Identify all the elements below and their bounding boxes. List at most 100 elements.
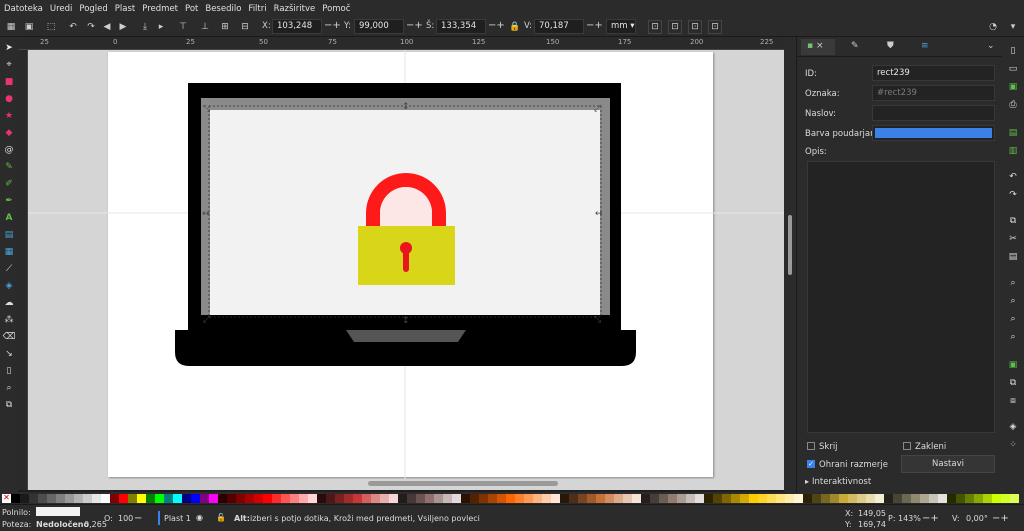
- palette-swatch[interactable]: [650, 494, 659, 503]
- palette-swatch[interactable]: [227, 494, 236, 503]
- palette-swatch[interactable]: [317, 494, 326, 503]
- redo-icon[interactable]: ↷: [1007, 189, 1019, 201]
- palette-swatch[interactable]: [794, 494, 803, 503]
- palette-swatch[interactable]: [668, 494, 677, 503]
- canvas[interactable]: ⤡ ↕ ⤢ ↔ ↔ ⤢ ↕ ⤡: [28, 50, 784, 490]
- menu-8[interactable]: Razširitve: [274, 4, 316, 14]
- layer-lock-icon[interactable]: 🔓: [216, 513, 226, 522]
- zoom-value[interactable]: 143%: [898, 514, 921, 523]
- palette-swatch[interactable]: [200, 494, 209, 503]
- palette-swatch[interactable]: [551, 494, 560, 503]
- palette-swatch[interactable]: [398, 494, 407, 503]
- fill-swatch[interactable]: [36, 507, 80, 516]
- opacity-stepper[interactable]: −: [134, 513, 142, 524]
- menu-1[interactable]: Uredi: [50, 4, 73, 14]
- palette-swatch[interactable]: [389, 494, 398, 503]
- palette-swatch[interactable]: [182, 494, 191, 503]
- zoom-selection-icon[interactable]: ⌕: [1007, 277, 1019, 289]
- palette-swatch[interactable]: [344, 494, 353, 503]
- paste-icon[interactable]: ▤: [1007, 251, 1019, 263]
- snap-icon[interactable]: ◔: [986, 20, 1000, 34]
- palette-swatch[interactable]: [290, 494, 299, 503]
- palette-swatch[interactable]: [578, 494, 587, 503]
- palette-swatch[interactable]: [470, 494, 479, 503]
- interactivity-expander-icon[interactable]: ▸: [805, 477, 809, 486]
- palette-swatch[interactable]: [632, 494, 641, 503]
- unlink-clone-icon[interactable]: ⧈: [1007, 395, 1019, 407]
- x-input[interactable]: 103,248: [272, 19, 322, 34]
- select-all-layers-icon[interactable]: ▣: [22, 20, 36, 34]
- palette-swatch[interactable]: [452, 494, 461, 503]
- palette-swatch[interactable]: [749, 494, 758, 503]
- calligraphy-tool-icon[interactable]: ✒: [3, 195, 15, 207]
- palette-swatch[interactable]: [74, 494, 83, 503]
- layer-name[interactable]: Plast 1: [164, 514, 191, 523]
- palette-swatch[interactable]: [965, 494, 974, 503]
- interactivity-label[interactable]: Interaktivnost: [812, 477, 871, 487]
- color-palette[interactable]: ✕: [0, 492, 1024, 504]
- palette-swatch[interactable]: [821, 494, 830, 503]
- selector-tool-icon[interactable]: ➤: [3, 42, 15, 54]
- palette-swatch[interactable]: [362, 494, 371, 503]
- tab-fill-stroke-icon[interactable]: ✎: [851, 41, 859, 51]
- tab-layers-icon[interactable]: ≡: [921, 41, 929, 51]
- paint-bucket-tool-icon[interactable]: ◈: [3, 280, 15, 292]
- cut-icon[interactable]: ✂: [1007, 233, 1019, 245]
- palette-swatch[interactable]: [407, 494, 416, 503]
- palette-swatch[interactable]: [245, 494, 254, 503]
- palette-swatch[interactable]: [434, 494, 443, 503]
- import-icon[interactable]: ▤: [1007, 127, 1019, 139]
- open-file-icon[interactable]: ▭: [1007, 63, 1019, 75]
- palette-swatch[interactable]: [938, 494, 947, 503]
- ellipse-tool-icon[interactable]: ●: [3, 93, 15, 105]
- set-button[interactable]: Nastavi: [901, 455, 995, 473]
- palette-swatch[interactable]: [128, 494, 137, 503]
- save-icon[interactable]: ▣: [1007, 81, 1019, 93]
- palette-swatch[interactable]: [884, 494, 893, 503]
- rotation-value[interactable]: 0,00°: [966, 514, 988, 523]
- palette-swatch[interactable]: [803, 494, 812, 503]
- palette-swatch[interactable]: [56, 494, 65, 503]
- palette-swatch[interactable]: [839, 494, 848, 503]
- tab-object-properties[interactable]: ▪ ×: [801, 39, 835, 55]
- palette-swatch[interactable]: [380, 494, 389, 503]
- palette-swatch[interactable]: [299, 494, 308, 503]
- palette-swatch[interactable]: [92, 494, 101, 503]
- ungroup-icon[interactable]: ⁘: [1007, 439, 1019, 451]
- palette-swatch[interactable]: [353, 494, 362, 503]
- opacity-value[interactable]: 100: [118, 514, 133, 523]
- tab-export-icon[interactable]: ⛊: [887, 41, 894, 51]
- rectangle-tool-icon[interactable]: ■: [3, 76, 15, 88]
- horizontal-scrollbar[interactable]: [28, 479, 784, 490]
- zoom-tool-icon[interactable]: ⌕: [3, 382, 15, 394]
- palette-swatch[interactable]: [11, 494, 20, 503]
- palette-swatch[interactable]: [515, 494, 524, 503]
- width-input[interactable]: 133,354: [436, 19, 486, 34]
- palette-swatch[interactable]: [857, 494, 866, 503]
- y-input[interactable]: 99,000: [354, 19, 404, 34]
- palette-swatch[interactable]: [866, 494, 875, 503]
- pages-tool-icon[interactable]: ▯: [3, 365, 15, 377]
- palette-swatch[interactable]: [920, 494, 929, 503]
- palette-swatch[interactable]: [479, 494, 488, 503]
- horizontal-scroll-thumb[interactable]: [368, 481, 558, 486]
- y-stepper[interactable]: −+: [406, 20, 423, 31]
- export-icon[interactable]: ▥: [1007, 145, 1019, 157]
- palette-swatch[interactable]: [758, 494, 767, 503]
- palette-swatch[interactable]: [641, 494, 650, 503]
- highlight-color-button[interactable]: [872, 125, 995, 141]
- palette-swatch[interactable]: [326, 494, 335, 503]
- lock-ratio-icon[interactable]: 🔒: [508, 20, 522, 34]
- palette-swatch[interactable]: [524, 494, 533, 503]
- 3d-box-tool-icon[interactable]: ◆: [3, 127, 15, 139]
- palette-swatch[interactable]: [983, 494, 992, 503]
- print-icon[interactable]: ⎙: [1007, 99, 1019, 111]
- menu-2[interactable]: Pogled: [79, 4, 107, 14]
- new-document-icon[interactable]: ▯: [1007, 45, 1019, 57]
- node-tool-icon[interactable]: ⌖: [3, 59, 15, 71]
- zoom-page-icon[interactable]: ⌕: [1007, 313, 1019, 325]
- palette-swatch[interactable]: [911, 494, 920, 503]
- duplicate-icon[interactable]: ▣: [1007, 359, 1019, 371]
- palette-swatch[interactable]: [110, 494, 119, 503]
- scale-corners-icon[interactable]: ⊡: [668, 20, 682, 34]
